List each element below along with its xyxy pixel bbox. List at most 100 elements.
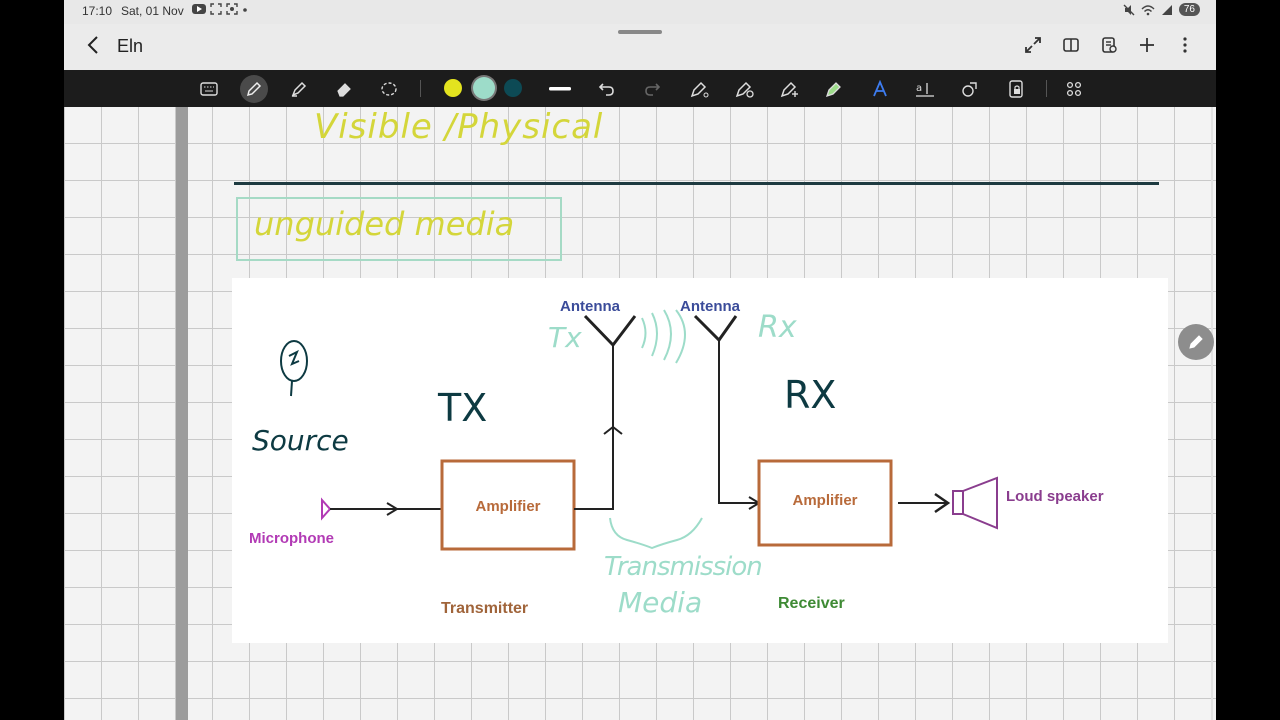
- page-settings-button[interactable]: [1098, 34, 1120, 56]
- wifi-icon: [1141, 4, 1155, 15]
- pen-icon: [246, 81, 262, 97]
- pen-gear-icon: [735, 81, 754, 98]
- highlighter-pen-tool[interactable]: [821, 75, 849, 103]
- eraser-icon: [337, 83, 351, 97]
- color-swatch-mint[interactable]: [473, 77, 495, 99]
- font-a-icon: [873, 80, 887, 97]
- text-cursor-icon: a: [916, 83, 934, 97]
- tx-small-annotation: Tx: [548, 321, 582, 354]
- keyboard-icon: [200, 82, 218, 96]
- source-microphone-sketch: [280, 340, 308, 397]
- redo-icon: [645, 83, 661, 96]
- handwritten-heading: Visible /Physical: [314, 107, 604, 147]
- page-edge: [1211, 107, 1213, 720]
- brace-annotation: [609, 517, 703, 550]
- tablet-screen: 17:10 Sat, 01 Nov 76 Eln a Visible /Phys…: [64, 0, 1216, 720]
- undo-button[interactable]: [593, 75, 621, 103]
- color-swatch-teal[interactable]: [504, 79, 522, 97]
- pencil-icon: [1189, 335, 1203, 349]
- receiver-label: Receiver: [778, 595, 845, 612]
- signal-icon: [1161, 4, 1172, 15]
- more-options-button[interactable]: [1174, 34, 1196, 56]
- text-box-tool[interactable]: a: [911, 75, 939, 103]
- stroke-width-tool[interactable]: [546, 75, 574, 103]
- rx-antenna-icon: [693, 314, 738, 343]
- back-button[interactable]: [86, 34, 100, 62]
- fullscreen-button[interactable]: [1022, 34, 1044, 56]
- pasted-diagram[interactable]: Antenna Antenna Amplifier Amplifier Micr…: [232, 278, 1168, 643]
- rx-small-annotation: Rx: [758, 310, 797, 345]
- eraser-tool[interactable]: [330, 75, 358, 103]
- screen-capture-icon: [210, 3, 222, 15]
- drawing-toolbar: a: [64, 70, 1216, 107]
- ai-pen-tool[interactable]: [686, 75, 714, 103]
- grid-icon: [1066, 81, 1082, 97]
- floating-pen-button[interactable]: [1178, 324, 1214, 360]
- note-canvas[interactable]: Visible /Physical unguided media Antenna…: [64, 107, 1216, 720]
- tx-annotation: TX: [438, 386, 488, 430]
- app-bar: Eln: [64, 24, 1216, 70]
- toolbar-separator: [420, 80, 421, 97]
- chevron-left-icon: [87, 36, 98, 54]
- lasso-icon: [381, 82, 397, 96]
- microphone-icon: [321, 497, 332, 521]
- text-style-tool[interactable]: [866, 75, 894, 103]
- keyboard-tool[interactable]: [195, 75, 223, 103]
- note-title[interactable]: Eln: [117, 36, 143, 57]
- battery-indicator: 76: [1178, 3, 1200, 16]
- svg-text:a: a: [916, 83, 922, 94]
- boxed-note-text: unguided media: [254, 205, 515, 243]
- status-date: Sat, 01 Nov: [121, 4, 184, 18]
- screenshot-icon: [226, 3, 238, 15]
- add-page-button[interactable]: [1136, 34, 1158, 56]
- notification-icons: [192, 3, 248, 15]
- system-indicators: 76: [1123, 3, 1200, 16]
- plus-icon: [1140, 38, 1154, 52]
- mute-icon: [1123, 4, 1135, 15]
- status-time: 17:10: [82, 4, 113, 18]
- tx-antenna-icon: [583, 314, 637, 348]
- tx-amplifier-label: Amplifier: [475, 498, 541, 515]
- highlighter-tool[interactable]: [285, 75, 313, 103]
- color-swatch-yellow[interactable]: [444, 79, 462, 97]
- status-bar: 17:10 Sat, 01 Nov 76: [64, 0, 1216, 24]
- loud-speaker-icon: [952, 476, 998, 530]
- more-tools-button[interactable]: [1060, 75, 1088, 103]
- divider-line: [234, 182, 1159, 185]
- rx-antenna-mast: [718, 340, 757, 504]
- app-actions: [1022, 34, 1196, 56]
- youtube-icon: [192, 4, 206, 14]
- drag-handle[interactable]: [618, 30, 662, 34]
- lock-tool[interactable]: [1002, 75, 1030, 103]
- book-view-button[interactable]: [1060, 34, 1082, 56]
- loud-speaker-label: Loud speaker: [1006, 488, 1104, 505]
- rx-amplifier-label: Amplifier: [792, 492, 858, 509]
- pen-tool[interactable]: [240, 75, 268, 103]
- tx-antenna-mast: [574, 345, 614, 510]
- book-icon: [1063, 38, 1079, 52]
- line-weight-icon: [549, 87, 571, 91]
- antenna-right-label: Antenna: [680, 298, 740, 315]
- pen-shape-tool[interactable]: [776, 75, 804, 103]
- boxed-note: unguided media: [236, 197, 562, 261]
- document-settings-icon: [1102, 37, 1117, 53]
- antenna-left-label: Antenna: [560, 298, 620, 315]
- dot-icon: [243, 8, 247, 12]
- lasso-tool[interactable]: [375, 75, 403, 103]
- source-annotation: Source: [252, 424, 349, 457]
- undo-icon: [598, 83, 614, 96]
- pen-settings-tool[interactable]: [731, 75, 759, 103]
- margin-bar: [176, 107, 188, 720]
- transmitter-label: Transmitter: [441, 600, 529, 617]
- toolbar-separator-2: [1046, 80, 1047, 97]
- highlighter-icon: [291, 81, 307, 97]
- media-annotation: Media: [618, 586, 703, 619]
- pen-plus-icon: [780, 81, 798, 98]
- microphone-label: Microphone: [249, 530, 334, 547]
- transmission-annotation: Transmission: [604, 552, 763, 582]
- wave-annotation: [641, 309, 686, 364]
- expand-icon: [1025, 37, 1041, 53]
- redo-button[interactable]: [638, 75, 666, 103]
- shapes-icon: [962, 82, 977, 97]
- shapes-tool[interactable]: [956, 75, 984, 103]
